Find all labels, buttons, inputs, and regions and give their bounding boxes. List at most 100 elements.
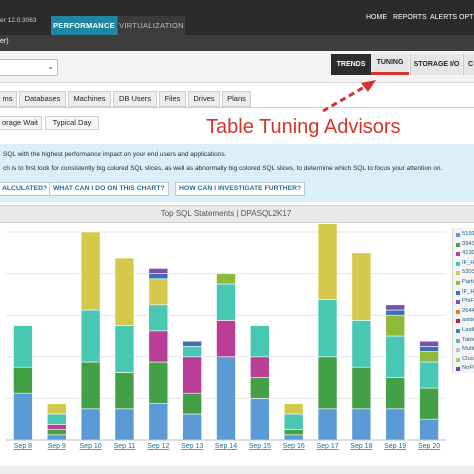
- info-line-1: SQL with the highest performance impact …: [3, 151, 227, 158]
- bar-segment-sep-9-2[interactable]: [46, 424, 67, 430]
- bar-segment-sep-13-1[interactable]: [182, 392, 202, 415]
- bar-segment-sep-14-0[interactable]: [216, 356, 236, 441]
- bar-segment-sep-19-3[interactable]: [385, 335, 406, 378]
- bar-segment-sep-18-4[interactable]: [351, 252, 372, 321]
- bar-segment-sep-11-3[interactable]: [114, 325, 135, 373]
- bar-segment-sep-15-1[interactable]: [250, 377, 270, 399]
- x-tick-label[interactable]: Sep 8: [14, 443, 32, 450]
- legend-label: Multi: [462, 346, 474, 353]
- x-tick-label[interactable]: Sep 20: [418, 443, 440, 450]
- bar-segment-sep-12-7[interactable]: [148, 268, 169, 274]
- bar-segment-sep-11-4[interactable]: [114, 257, 135, 326]
- legend-label: NoPe: [462, 365, 474, 372]
- bar-segment-sep-13-2[interactable]: [182, 356, 202, 394]
- bar-segment-sep-17-3[interactable]: [317, 299, 338, 358]
- legend-label: PhiF: [462, 298, 474, 305]
- legend-swatch: [456, 338, 460, 343]
- bar-segment-sep-20-6[interactable]: [419, 346, 439, 352]
- top-sql-chart[interactable]: Sep 8 Sep 9 Sep 10 Sep 11 Sep 12 Sep 13 Sep 14…: [0, 221, 452, 474]
- what-can-i-do-button[interactable]: WHAT CAN I DO ON THIS CHART?: [49, 182, 169, 196]
- bar-segment-sep-13-6[interactable]: [182, 340, 202, 347]
- bar-segment-sep-15-3[interactable]: [250, 325, 270, 358]
- bar-segment-sep-17-1[interactable]: [317, 356, 338, 410]
- legend-label: 5191: [462, 231, 474, 237]
- legend-label: Table: [462, 336, 474, 343]
- bar-segment-sep-19-5[interactable]: [385, 314, 406, 337]
- x-tick-label[interactable]: Sep 9: [48, 443, 66, 450]
- bar-segment-sep-8-1[interactable]: [13, 366, 33, 394]
- bar-segment-sep-9-3[interactable]: [46, 413, 67, 425]
- bar-segment-sep-20-0[interactable]: [419, 418, 439, 441]
- bar-segment-sep-9-0[interactable]: [46, 434, 67, 441]
- legend-label: Lastl: [462, 327, 474, 333]
- bar-segment-sep-15-2[interactable]: [250, 356, 270, 378]
- legend-label: 3943: [462, 240, 474, 247]
- legend-label: Clust: [462, 355, 474, 362]
- bar-segment-sep-20-7[interactable]: [419, 340, 439, 347]
- bar-segment-sep-19-1[interactable]: [385, 377, 406, 410]
- x-tick-label[interactable]: Sep 11: [114, 443, 136, 450]
- bar-segment-sep-8-3[interactable]: [13, 325, 33, 368]
- bar-segment-sep-13-3[interactable]: [182, 346, 202, 358]
- table-tuning-advisors-callout: Table Tuning Advisors: [206, 116, 401, 138]
- bar-segment-sep-12-3[interactable]: [148, 304, 169, 332]
- bar-segment-sep-15-0[interactable]: [250, 398, 270, 441]
- chart-title: Top SQL Statements | DPASQL2K17: [160, 209, 292, 218]
- x-tick-label[interactable]: Sep 13: [181, 443, 203, 450]
- bar-segment-sep-13-0[interactable]: [182, 413, 202, 441]
- legend-label: IF_H: [462, 259, 474, 266]
- x-tick-label[interactable]: Sep 12: [147, 443, 169, 450]
- bar-segment-sep-12-4[interactable]: [148, 278, 169, 306]
- bar-segment-sep-11-0[interactable]: [114, 408, 135, 441]
- x-tick-label[interactable]: Sep 18: [350, 443, 372, 450]
- bar-segment-sep-10-0[interactable]: [80, 408, 101, 441]
- chart-header: Top SQL Statements | DPASQL2K17: [0, 205, 474, 223]
- bar-segment-sep-9-4[interactable]: [46, 403, 67, 415]
- x-tick-label[interactable]: Sep 15: [249, 443, 271, 450]
- bar-segment-sep-17-0[interactable]: [317, 408, 338, 441]
- bar-segment-sep-12-1[interactable]: [148, 361, 169, 404]
- bar-segment-sep-17-4[interactable]: [317, 221, 338, 300]
- bar-segment-sep-16-0[interactable]: [283, 434, 304, 441]
- legend-label: 5303: [462, 269, 474, 276]
- bar-segment-sep-19-7[interactable]: [385, 304, 406, 311]
- x-tick-label[interactable]: Sep 17: [316, 443, 338, 450]
- app-window: er 12.0.3063 PERFORMANCE VIRTUALIZATION …: [0, 0, 474, 474]
- bar-segment-sep-12-2[interactable]: [148, 330, 169, 363]
- how-calculated-button[interactable]: ALCULATED?: [0, 182, 52, 196]
- bar-segment-sep-14-2[interactable]: [216, 320, 236, 358]
- bar-segment-sep-18-1[interactable]: [351, 366, 372, 410]
- bar-segment-sep-12-0[interactable]: [148, 403, 169, 441]
- legend-swatch: [456, 281, 460, 285]
- bar-segment-sep-12-6[interactable]: [148, 273, 169, 280]
- legend-swatch: [456, 242, 460, 247]
- chart-area: Sep 8 Sep 9 Sep 10 Sep 11 Sep 12 Sep 13 Sep 14…: [0, 221, 452, 474]
- bar-segment-sep-18-0[interactable]: [351, 408, 372, 441]
- bar-segment-sep-18-3[interactable]: [351, 320, 372, 368]
- x-tick-label[interactable]: Sep 16: [283, 443, 305, 450]
- bar-segment-sep-9-1[interactable]: [46, 429, 67, 436]
- bar-segment-sep-8-0[interactable]: [13, 392, 33, 441]
- bar-segment-sep-20-3[interactable]: [419, 361, 439, 389]
- bar-segment-sep-14-3[interactable]: [216, 283, 236, 321]
- bar-segment-sep-10-4[interactable]: [80, 231, 101, 311]
- bar-segment-sep-16-4[interactable]: [283, 403, 304, 415]
- how-investigate-button[interactable]: HOW CAN I INVESTIGATE FURTHER?: [175, 182, 306, 196]
- bar-segment-sep-20-1[interactable]: [419, 387, 439, 420]
- bar-segment-sep-19-0[interactable]: [385, 408, 406, 441]
- bar-segment-sep-14-5[interactable]: [216, 273, 236, 285]
- bar-segment-sep-16-1[interactable]: [283, 429, 304, 436]
- bar-segment-sep-19-6[interactable]: [385, 309, 406, 316]
- x-tick-label[interactable]: Sep 19: [384, 443, 406, 450]
- legend-label: Partit: [462, 279, 474, 285]
- bar-segment-sep-20-5[interactable]: [419, 351, 439, 363]
- legend-swatch: [456, 300, 460, 305]
- bar-segment-sep-10-3[interactable]: [80, 309, 101, 363]
- legend-swatch: [456, 252, 460, 257]
- x-tick-label[interactable]: Sep 14: [215, 443, 237, 450]
- bar-segment-sep-11-1[interactable]: [114, 372, 135, 410]
- x-tick-label[interactable]: Sep 10: [80, 443, 102, 450]
- bar-segment-sep-10-1[interactable]: [80, 361, 101, 410]
- legend-swatch: [456, 348, 460, 353]
- bar-segment-sep-16-3[interactable]: [283, 413, 304, 430]
